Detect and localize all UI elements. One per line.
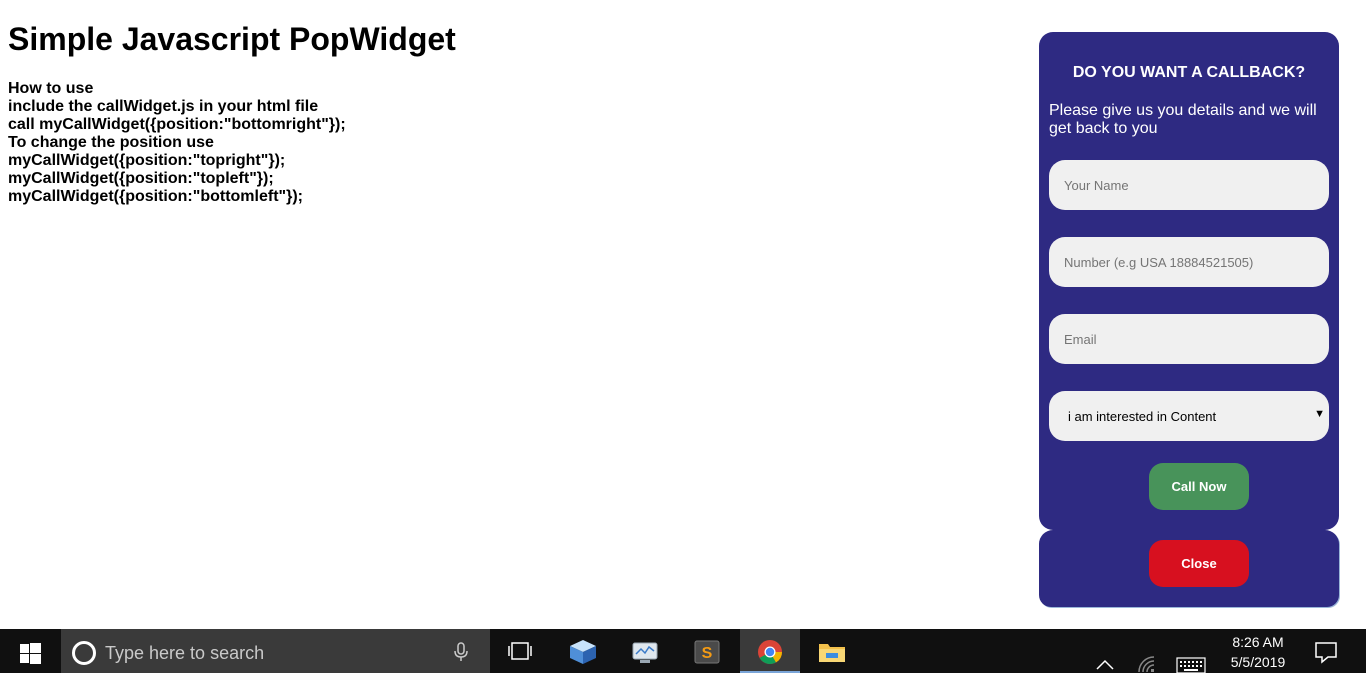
sublime-text-icon[interactable]: S	[677, 629, 737, 673]
callback-form-panel: DO YOU WANT A CALLBACK? Please give us y…	[1039, 32, 1339, 530]
email-input[interactable]	[1049, 314, 1329, 364]
taskbar-clock[interactable]: 8:26 AM 5/5/2019	[1212, 632, 1304, 672]
call-now-button[interactable]: Call Now	[1149, 463, 1249, 510]
chevron-up-icon[interactable]	[1094, 643, 1116, 673]
dropdown-arrow-icon: ▼	[1314, 408, 1325, 420]
widget-footer: Close	[1039, 530, 1339, 607]
instruction-line: myCallWidget({position:"bottomleft"});	[8, 188, 303, 205]
interest-select-value: i am interested in Content	[1068, 409, 1217, 424]
instruction-line: call myCallWidget({position:"bottomright…	[8, 116, 346, 133]
network-drive-icon[interactable]	[615, 629, 675, 673]
microphone-icon[interactable]	[454, 642, 468, 662]
keyboard-icon[interactable]	[1176, 644, 1206, 673]
taskbar-search-box[interactable]: Type here to search	[61, 629, 490, 673]
clock-time: 8:26 AM	[1232, 634, 1284, 650]
virtualbox-icon[interactable]	[553, 629, 613, 673]
name-input[interactable]	[1049, 160, 1329, 210]
notification-icon[interactable]	[1306, 629, 1346, 673]
widget-heading: DO YOU WANT A CALLBACK?	[1072, 64, 1306, 81]
widget-description: Please give us you details and we will g…	[1049, 102, 1317, 137]
callback-widget: DO YOU WANT A CALLBACK? Please give us y…	[1039, 32, 1339, 607]
instruction-line: How to use	[8, 80, 94, 97]
close-button[interactable]: Close	[1149, 540, 1249, 587]
page-title: Simple Javascript PopWidget	[8, 21, 456, 57]
search-placeholder: Type here to search	[105, 643, 265, 663]
windows-start-icon[interactable]	[0, 629, 60, 673]
taskbar: Type here to search S 8:26 AM 5/5/2019	[0, 629, 1366, 673]
file-explorer-icon[interactable]	[802, 629, 862, 673]
instructions: How to use include the callWidget.js in …	[8, 80, 346, 206]
interest-select[interactable]: i am interested in Content ▼	[1049, 391, 1329, 441]
wifi-icon[interactable]	[1136, 642, 1158, 673]
instruction-line: include the callWidget.js in your html f…	[8, 98, 319, 115]
phone-number-input[interactable]	[1049, 237, 1329, 287]
cortana-icon[interactable]	[72, 641, 96, 665]
instruction-line: myCallWidget({position:"topright"});	[8, 152, 286, 169]
task-view-icon[interactable]	[490, 629, 550, 673]
svg-text:S: S	[702, 645, 713, 662]
clock-date: 5/5/2019	[1230, 654, 1286, 670]
chrome-icon[interactable]	[740, 629, 800, 673]
instruction-line: myCallWidget({position:"topleft"});	[8, 170, 274, 187]
instruction-line: To change the position use	[8, 134, 214, 151]
